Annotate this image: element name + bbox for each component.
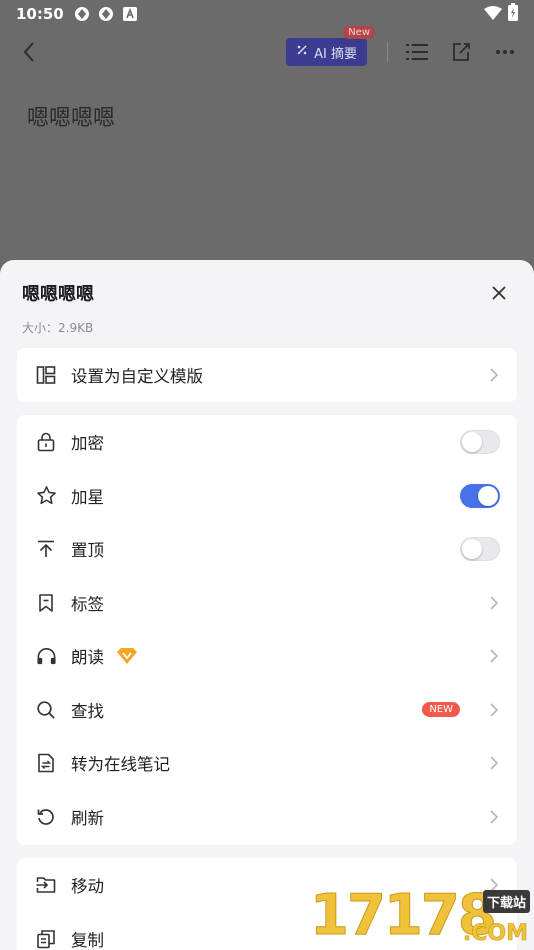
toolbar-divider bbox=[387, 42, 388, 62]
encrypt-label: 加密 bbox=[71, 434, 104, 454]
battery-icon bbox=[508, 3, 518, 25]
template-card: 设置为自定义模版 bbox=[17, 348, 517, 402]
read-aloud-label: 朗读 bbox=[71, 648, 104, 668]
ai-summary-button[interactable]: AI 摘要 New bbox=[286, 26, 375, 66]
editor-toolbar: AI 摘要 New bbox=[0, 26, 534, 76]
star-toggle[interactable] bbox=[460, 483, 500, 508]
find-item[interactable]: 查找 NEW bbox=[17, 683, 517, 737]
vip-diamond-icon bbox=[116, 647, 138, 665]
chevron-right-icon bbox=[488, 703, 500, 717]
status-bar: 10:50 bbox=[0, 0, 534, 28]
copy-icon bbox=[35, 928, 57, 950]
watermark-logo: 17178 下载站 .COM bbox=[304, 880, 534, 950]
watermark-domain: .COM bbox=[462, 921, 529, 947]
note-options-sheet: 嗯嗯嗯嗯 大小：2.9KB 设置为自定义模版 加密 加星 置顶 标签 朗读 查找… bbox=[0, 260, 534, 950]
pin-top-toggle[interactable] bbox=[460, 537, 500, 562]
document-title: 嗯嗯嗯嗯 bbox=[27, 106, 116, 131]
close-button[interactable] bbox=[488, 282, 510, 304]
options-card: 加密 加星 置顶 标签 朗读 查找 NEW 转为在线笔记 刷新 bbox=[17, 414, 517, 845]
list-icon bbox=[406, 44, 428, 60]
ai-summary-label: AI 摘要 bbox=[314, 46, 357, 62]
convert-online-item[interactable]: 转为在线笔记 bbox=[17, 737, 517, 791]
set-template-item[interactable]: 设置为自定义模版 bbox=[17, 348, 517, 402]
set-template-label: 设置为自定义模版 bbox=[71, 366, 203, 386]
lock-icon bbox=[35, 431, 57, 453]
convert-note-icon bbox=[35, 752, 57, 774]
pin-top-label: 置顶 bbox=[71, 541, 104, 561]
star-icon bbox=[35, 485, 57, 507]
tag-item[interactable]: 标签 bbox=[17, 576, 517, 630]
app-a-icon bbox=[122, 6, 138, 22]
close-icon bbox=[492, 286, 506, 300]
pin-top-icon bbox=[35, 538, 57, 560]
sheet-title: 嗯嗯嗯嗯 bbox=[22, 284, 94, 305]
encrypt-item[interactable]: 加密 bbox=[17, 416, 517, 470]
bookmark-icon bbox=[35, 592, 57, 614]
chevron-right-icon bbox=[488, 596, 500, 610]
move-icon bbox=[35, 874, 57, 896]
pin-top-item[interactable]: 置顶 bbox=[17, 523, 517, 577]
share-icon bbox=[453, 43, 470, 61]
chevron-right-icon bbox=[488, 649, 500, 663]
chevron-right-icon bbox=[488, 756, 500, 770]
ai-new-badge: New bbox=[343, 26, 375, 39]
find-label: 查找 bbox=[71, 701, 104, 721]
refresh-icon bbox=[35, 806, 57, 828]
share-button[interactable] bbox=[446, 37, 476, 67]
refresh-item[interactable]: 刷新 bbox=[17, 790, 517, 844]
tag-label: 标签 bbox=[71, 594, 104, 614]
sheet-header: 嗯嗯嗯嗯 大小：2.9KB bbox=[0, 260, 534, 348]
watermark-label: 下载站 bbox=[482, 890, 530, 913]
status-time: 10:50 bbox=[16, 5, 64, 23]
wifi-icon bbox=[484, 5, 502, 24]
chevron-right-icon bbox=[488, 368, 500, 382]
convert-online-label: 转为在线笔记 bbox=[71, 755, 170, 775]
star-item[interactable]: 加星 bbox=[17, 469, 517, 523]
refresh-label: 刷新 bbox=[71, 808, 104, 828]
search-icon bbox=[35, 699, 57, 721]
file-size: 大小：2.9KB bbox=[22, 321, 94, 335]
headphones-icon bbox=[35, 645, 57, 667]
star-label: 加星 bbox=[71, 487, 104, 507]
read-aloud-item[interactable]: 朗读 bbox=[17, 630, 517, 684]
outline-button[interactable] bbox=[402, 37, 432, 67]
app-notification-icon bbox=[98, 6, 114, 22]
move-label: 移动 bbox=[71, 877, 104, 897]
encrypt-toggle[interactable] bbox=[460, 430, 500, 455]
new-badge: NEW bbox=[422, 702, 460, 718]
back-button[interactable] bbox=[14, 37, 44, 67]
ai-icon bbox=[296, 44, 308, 60]
copy-label: 复制 bbox=[71, 930, 104, 950]
more-icon bbox=[496, 50, 514, 54]
more-button[interactable] bbox=[490, 37, 520, 67]
chevron-right-icon bbox=[488, 810, 500, 824]
app-notification-icon bbox=[74, 6, 90, 22]
template-icon bbox=[35, 364, 57, 386]
